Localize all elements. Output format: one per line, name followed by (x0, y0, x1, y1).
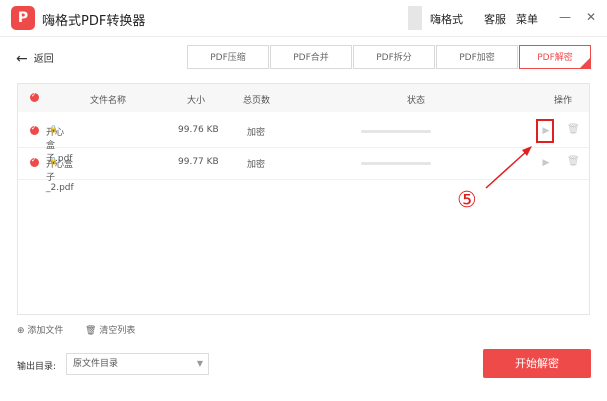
close-button[interactable]: ✕ (582, 8, 600, 26)
play-icon[interactable]: ▶ (539, 156, 553, 170)
output-dir-select[interactable]: 原文件目录 ▼ (66, 353, 209, 375)
tab-decrypt[interactable]: PDF解密 ✓ (519, 45, 591, 69)
back-arrow-icon: ← (16, 51, 28, 67)
file-pages: 加密 (247, 160, 266, 170)
file-size: 99.76 KB (178, 125, 219, 135)
tab-encrypt[interactable]: PDF加密 (436, 45, 518, 69)
back-button[interactable]: ← 返回 (16, 50, 54, 67)
header-pages: 总页数 (243, 96, 271, 106)
add-icon: ⊕ (17, 326, 25, 336)
app-logo-icon: P (11, 6, 35, 30)
lock-icon: 🔒 (49, 157, 58, 165)
title-bar: P 嗨格式PDF转换器 嗨格式 客服 菜单 — ✕ (0, 0, 607, 37)
minimize-button[interactable]: — (556, 8, 574, 26)
check-icon: ✓ (584, 54, 590, 62)
file-size: 99.77 KB (178, 157, 219, 167)
header-size: 大小 (187, 96, 206, 106)
annotation-step-number: ⑤ (457, 188, 477, 213)
app-title: 嗨格式PDF转换器 (42, 14, 146, 29)
header-name: 文件名称 (90, 96, 127, 106)
start-decrypt-button[interactable]: 开始解密 (483, 349, 591, 378)
clear-list-label: 清空列表 (99, 326, 136, 336)
table-row: 开心盒子_2.pdf🔒 99.77 KB 加密 ▶ 🗑 (18, 147, 589, 193)
add-file-label: 添加文件 (27, 326, 64, 336)
output-dir-value: 原文件目录 (73, 359, 119, 369)
trash-icon[interactable]: 🗑 (567, 124, 580, 135)
output-dir-label: 输出目录: (17, 362, 57, 372)
tab-split[interactable]: PDF拆分 (353, 45, 435, 69)
progress-bar (361, 162, 431, 165)
progress-bar (361, 130, 431, 133)
file-pages: 加密 (247, 128, 266, 138)
avatar[interactable] (408, 6, 422, 30)
menu-link[interactable]: 菜单 (516, 11, 538, 27)
play-icon[interactable]: ▶ (539, 124, 553, 138)
lock-icon: 🔒 (49, 125, 58, 133)
user-link[interactable]: 嗨格式 (430, 11, 463, 27)
table-header: 文件名称 大小 总页数 状态 操作 (18, 84, 589, 112)
clear-list-button[interactable]: 🗑 清空列表 (85, 323, 135, 336)
file-table: 文件名称 大小 总页数 状态 操作 开心盒子.pdf🔒 99.76 KB 加密 … (17, 83, 590, 315)
tab-compress[interactable]: PDF压缩 (187, 45, 269, 69)
add-file-button[interactable]: ⊕ 添加文件 (17, 323, 63, 336)
trash-icon[interactable]: 🗑 (567, 156, 580, 167)
tab-decrypt-label: PDF解密 (537, 53, 573, 63)
back-label: 返回 (33, 54, 54, 65)
header-actions: 操作 (554, 96, 573, 106)
table-row: 开心盒子.pdf🔒 99.76 KB 加密 ▶ 🗑 (18, 115, 589, 164)
service-link[interactable]: 客服 (484, 11, 506, 27)
header-status: 状态 (407, 96, 426, 106)
chevron-down-icon: ▼ (196, 359, 203, 368)
tab-merge[interactable]: PDF合并 (270, 45, 352, 69)
trash-icon: 🗑 (85, 326, 97, 336)
